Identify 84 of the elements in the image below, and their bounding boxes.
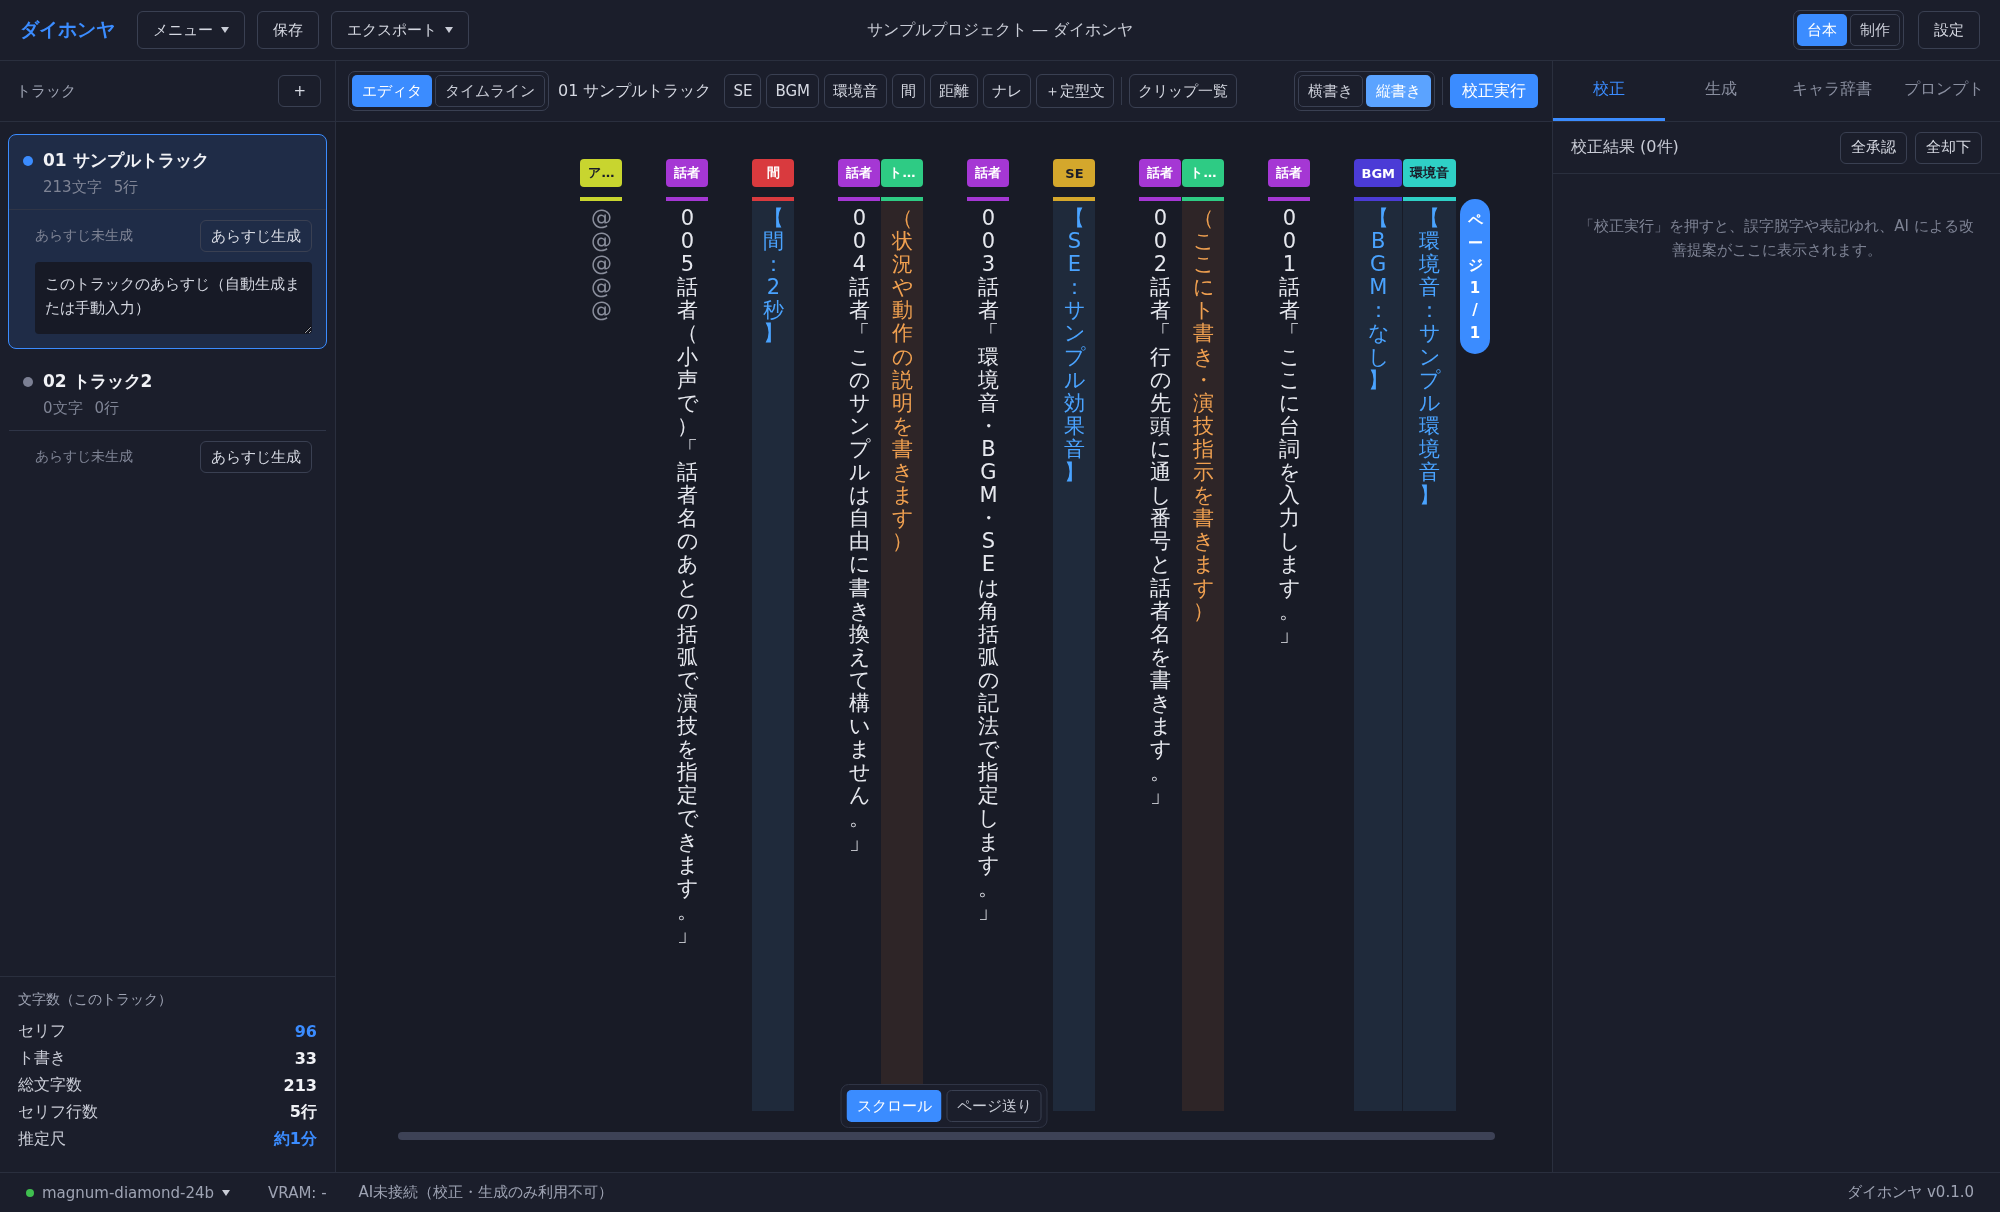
bulk-action-button[interactable]: 全承認	[1840, 131, 1907, 164]
orientation-tab[interactable]: 横書き	[1298, 75, 1363, 107]
window-title: サンプルプロジェクト — ダイホンヤ	[866, 19, 1134, 41]
stats-title: 文字数（このトラック）	[18, 991, 173, 1009]
script-line[interactable]: 003 話者「環境音・BGM・SE は角括弧の記法で指定します。」	[978, 207, 999, 923]
horizontal-scrollbar[interactable]	[398, 1132, 1495, 1140]
panel-tab[interactable]: プロンプト	[1888, 61, 2000, 121]
stat-label: 推定尺	[18, 1129, 66, 1150]
add-track-button[interactable]: +	[278, 75, 321, 107]
script-line[interactable]: 002 話者「行の先頭に通し番号と話者名を書きます。」	[1150, 207, 1171, 808]
synopsis-button[interactable]: あらすじ生成	[200, 441, 312, 473]
app-logo: ダイホンヤ	[20, 17, 115, 42]
synopsis-field[interactable]: このトラックのあらすじ（自動生成または手動入力）	[35, 262, 312, 334]
menu-button[interactable]: メニュー	[137, 11, 245, 49]
track-card[interactable]: 01 サンプルトラック 213文字 5行 あらすじ未生成 あらすじ生成 このトラックのあらすじ（自動生成または手動入力）	[8, 134, 327, 349]
insert-button[interactable]: BGM	[766, 74, 820, 108]
lane-tag[interactable]: 話者	[666, 159, 709, 187]
stat-value: 約1分	[273, 1129, 317, 1150]
lane-tag[interactable]: 話者	[1268, 159, 1311, 187]
synopsis-button[interactable]: あらすじ生成	[200, 220, 312, 252]
ai-status: AI未接続（校正・生成のみ利用不可）	[358, 1183, 614, 1202]
synopsis-status: あらすじ未生成	[35, 227, 133, 245]
insert-button[interactable]: 距離	[930, 74, 979, 108]
menu-button[interactable]: 保存	[257, 11, 319, 49]
panel-tab[interactable]: 生成	[1664, 61, 1777, 121]
stat-label: ト書き	[18, 1048, 66, 1069]
model-selector[interactable]: magnum-diamond-24b	[42, 1183, 231, 1202]
insert-button[interactable]: ナレ	[983, 74, 1032, 108]
sidebar-title: トラック	[16, 81, 76, 101]
track-line-count: 0行	[94, 399, 120, 418]
lane-tag[interactable]: ア…	[580, 159, 623, 187]
view-tab[interactable]: タイムライン	[435, 75, 545, 107]
track-name: 02 トラック2	[43, 370, 153, 393]
script-line[interactable]: 【間：2秒】	[763, 207, 784, 346]
stat-label: セリフ行数	[18, 1102, 98, 1123]
panel-tab[interactable]: キャラ辞書	[1776, 61, 1889, 121]
stat-label: セリフ	[18, 1021, 66, 1042]
stat-label: 総文字数	[18, 1075, 82, 1096]
script-line[interactable]: （状況や動作の説明を書きます）	[892, 207, 913, 554]
results-title: 校正結果 (0件)	[1571, 137, 1679, 158]
empty-message: 「校正実行」を押すと、誤字脱字や表記ゆれ、AI による改善提案がここに表示されます。	[1579, 216, 1974, 261]
current-track-name: 01 サンプルトラック	[558, 80, 712, 102]
caret-icon	[445, 27, 453, 33]
script-line[interactable]: （ここにト書き・演技指示を書きます）	[1193, 207, 1214, 623]
caret-icon	[222, 1189, 231, 1196]
lane-tag[interactable]: SE	[1053, 159, 1096, 187]
lane-tag[interactable]: 間	[752, 159, 795, 187]
lane-tag[interactable]: 話者	[967, 159, 1010, 187]
script-line[interactable]: 001 話者「ここに台詞を入力します。」	[1279, 207, 1300, 646]
stat-value: 33	[294, 1049, 317, 1068]
clip-list-button[interactable]: クリップ一覧	[1129, 74, 1238, 108]
stat-value: 213	[283, 1076, 317, 1095]
insert-button[interactable]: SE	[724, 74, 762, 108]
panel-tab[interactable]: 校正	[1553, 61, 1665, 121]
script-line[interactable]: 004 話者「このサンプルは自由に書き換えて構いません。」	[849, 207, 870, 854]
stat-value: 96	[294, 1022, 317, 1041]
stat-value: 5行	[289, 1102, 317, 1123]
app-version: ダイホンヤ v0.1.0	[1847, 1183, 1974, 1202]
script-line[interactable]: 【環境音：サンプル環境音】	[1419, 207, 1440, 508]
script-line[interactable]: 005 話者（小声で）「話者名のあとの括弧で演技を指定できます。」	[677, 207, 698, 946]
track-card[interactable]: 02 トラック2 0文字 0行 あらすじ未生成 あらすじ生成	[8, 355, 327, 484]
lane-tag[interactable]: 環境音	[1403, 159, 1456, 187]
track-name: 01 サンプルトラック	[43, 149, 209, 172]
connection-dot-icon	[26, 1188, 34, 1197]
track-char-count: 213文字	[43, 178, 102, 197]
synopsis-status: あらすじ未生成	[35, 448, 133, 466]
track-char-count: 0文字	[43, 399, 83, 418]
lane-tag[interactable]: BGM	[1354, 159, 1402, 187]
vram-status: VRAM: -	[268, 1183, 327, 1202]
script-line[interactable]: 【SE：サンプル効果音】	[1064, 207, 1085, 485]
insert-button[interactable]: 環境音	[824, 74, 888, 108]
settings-button[interactable]: 設定	[1918, 11, 1980, 49]
page-indicator: ページ 1 / 1	[1460, 199, 1490, 354]
caret-icon	[221, 27, 229, 33]
bulk-action-button[interactable]: 全却下	[1915, 131, 1982, 164]
track-line-count: 5行	[113, 178, 139, 197]
insert-button[interactable]: 間	[892, 74, 926, 108]
script-line[interactable]: 【BGM：なし】	[1367, 207, 1389, 392]
mode-tab[interactable]: 制作	[1850, 14, 1900, 46]
lane-tag[interactable]: 話者	[838, 159, 881, 187]
insert-button[interactable]: ＋定型文	[1036, 74, 1115, 108]
lane-tag[interactable]: 話者	[1139, 159, 1182, 187]
script-line[interactable]: @@@@@	[591, 207, 612, 323]
menu-button[interactable]: エクスポート	[331, 11, 469, 49]
